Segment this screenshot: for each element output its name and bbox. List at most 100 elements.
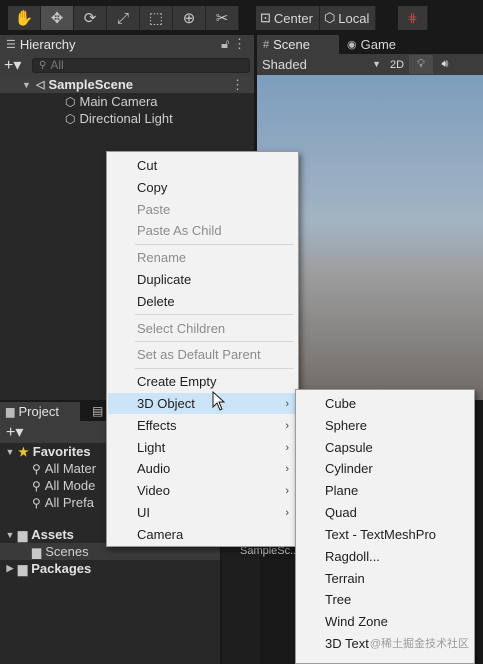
rotate-tool-button[interactable]: ⟳	[74, 6, 107, 30]
scene-name: SampleScene	[48, 77, 134, 92]
menu-item-duplicate[interactable]: Duplicate	[108, 269, 297, 290]
hand-icon: ✋	[14, 10, 34, 27]
shading-mode-dropdown[interactable]: Shaded ▼	[257, 57, 385, 72]
submenu-item-label: 3D Text	[325, 636, 369, 651]
chevron-right-icon: ›	[285, 484, 289, 497]
pivot-local-button[interactable]: ⬡ Local	[319, 6, 377, 30]
chevron-right-icon: ›	[285, 462, 289, 475]
folder-icon: ▆	[18, 561, 28, 576]
submenu-item-wind-zone[interactable]: Wind Zone	[297, 611, 473, 632]
move-tool-button[interactable]: ✥	[41, 6, 74, 30]
menu-item-label: Delete	[137, 294, 175, 309]
move-icon: ✥	[50, 10, 64, 27]
submenu-item-ragdoll[interactable]: Ragdoll...	[297, 546, 473, 567]
menu-item-ui[interactable]: UI ›	[108, 502, 297, 523]
menu-item-label: Paste	[137, 202, 171, 217]
watermark-text: @稀土掘金技术社区	[369, 638, 469, 650]
menu-item-create-empty[interactable]: Create Empty	[108, 371, 297, 392]
scene-view-toolbar: Shaded ▼ 2D 💡︎ 🔊︎	[257, 54, 483, 75]
submenu-item-sphere[interactable]: Sphere	[297, 415, 473, 436]
lock-icon[interactable]: 🔓︎ ⋮	[221, 36, 246, 52]
submenu-item-quad[interactable]: Quad	[297, 502, 473, 523]
toggle-2d-button[interactable]: 2D	[385, 55, 409, 74]
scene-row[interactable]: ▼ ◁ SampleScene ⋮	[0, 76, 254, 93]
search-placeholder: All	[50, 58, 64, 72]
menu-item-3d-object[interactable]: 3D Object ›	[108, 393, 297, 414]
menu-item-set-default-parent: Set as Default Parent	[108, 344, 297, 365]
mouse-cursor-icon	[212, 391, 226, 411]
transform-tool-button[interactable]: ⊕	[173, 6, 206, 30]
favorite-label: All Mode	[44, 478, 96, 493]
scale-icon: ⤢	[116, 9, 129, 27]
hierarchy-item-main-camera[interactable]: ⬡ Main Camera	[0, 93, 254, 110]
rotate-icon: ⟳	[83, 10, 97, 27]
menu-item-label: 3D Object	[137, 396, 195, 411]
submenu-item-label: Quad	[325, 505, 357, 520]
submenu-item-label: Text - TextMeshPro	[325, 527, 437, 542]
menu-item-light[interactable]: Light ›	[108, 437, 297, 458]
chevron-right-icon: ›	[285, 419, 289, 432]
menu-item-copy[interactable]: Copy	[108, 177, 297, 198]
project-create-button[interactable]: +▾	[6, 422, 34, 442]
submenu-item-label: Capsule	[325, 440, 373, 455]
menu-item-video[interactable]: Video ›	[108, 480, 297, 501]
shading-mode-label: Shaded	[262, 57, 307, 72]
favorite-label: All Mater	[44, 461, 97, 476]
chevron-down-icon: ▼	[372, 59, 381, 69]
search-icon: ⚲	[32, 478, 41, 493]
menu-item-camera[interactable]: Camera	[108, 524, 297, 545]
menu-item-effects[interactable]: Effects ›	[108, 415, 297, 436]
submenu-3d-object: Cube Sphere Capsule Cylinder Plane Quad …	[295, 389, 475, 664]
tree-item-label: Main Camera	[79, 94, 158, 109]
expand-arrow-icon[interactable]: ▼	[4, 530, 16, 540]
folder-open-icon: ▆	[18, 527, 28, 542]
tab-project[interactable]: ▆ Project	[0, 402, 80, 421]
submenu-item-plane[interactable]: Plane	[297, 480, 473, 501]
menu-item-label: Copy	[137, 180, 168, 195]
transform-icon: ⊕	[182, 10, 196, 27]
submenu-item-cylinder[interactable]: Cylinder	[297, 458, 473, 479]
menu-item-audio[interactable]: Audio ›	[108, 458, 297, 479]
favorites-label: Favorites	[32, 444, 91, 459]
scene-more-icon[interactable]: ⋮	[231, 77, 244, 93]
hierarchy-item-directional-light[interactable]: ⬡ Directional Light	[0, 110, 254, 127]
menu-item-delete[interactable]: Delete	[108, 291, 297, 312]
audio-toggle-button[interactable]: 🔊︎	[433, 55, 457, 74]
custom-tool-button[interactable]: ✂	[206, 6, 239, 30]
tab-game[interactable]: ◉ Game	[343, 35, 396, 54]
console-tab-icon[interactable]: ▤	[92, 404, 103, 418]
grid-snap-button[interactable]: ⋕	[398, 6, 428, 30]
menu-separator	[135, 368, 293, 369]
packages-row[interactable]: ▶ ▆ Packages	[0, 560, 220, 577]
submenu-item-textmeshpro[interactable]: Text - TextMeshPro	[297, 524, 473, 545]
menu-item-label: Audio	[137, 461, 171, 476]
scale-tool-button[interactable]: ⤢	[107, 6, 140, 30]
menu-item-label: Rename	[137, 250, 187, 265]
submenu-item-tree[interactable]: Tree	[297, 589, 473, 610]
pivot-label: Center	[273, 10, 313, 26]
search-icon: ⚲	[32, 495, 41, 510]
folder-icon: ▆	[6, 406, 15, 418]
tab-hierarchy[interactable]: ☰ Hierarchy	[0, 35, 254, 54]
menu-separator	[135, 244, 293, 245]
expand-arrow-icon[interactable]: ▼	[22, 80, 31, 90]
favorite-label: All Prefa	[44, 495, 94, 510]
submenu-item-label: Cylinder	[325, 461, 373, 476]
submenu-item-capsule[interactable]: Capsule	[297, 437, 473, 458]
hierarchy-search-input[interactable]: ⚲ All	[32, 57, 250, 73]
menu-item-select-children: Select Children	[108, 318, 297, 339]
unity-scene-icon: ◁	[36, 79, 45, 91]
list-icon: ☰	[6, 39, 16, 51]
tree-item-label: Directional Light	[79, 111, 173, 126]
submenu-item-cube[interactable]: Cube	[297, 393, 473, 414]
lighting-toggle-button[interactable]: 💡︎	[409, 55, 433, 74]
hand-tool-button[interactable]: ✋	[8, 6, 41, 30]
menu-item-cut[interactable]: Cut	[108, 155, 297, 176]
rect-tool-button[interactable]: ⬚	[140, 6, 173, 30]
expand-arrow-icon[interactable]: ▶	[4, 563, 16, 574]
submenu-item-terrain[interactable]: Terrain	[297, 568, 473, 589]
pivot-center-button[interactable]: ⊡ Center	[256, 6, 320, 30]
create-button[interactable]: +▾	[4, 55, 32, 75]
expand-arrow-icon[interactable]: ▼	[4, 447, 16, 457]
tab-scene[interactable]: # Scene	[257, 35, 339, 54]
